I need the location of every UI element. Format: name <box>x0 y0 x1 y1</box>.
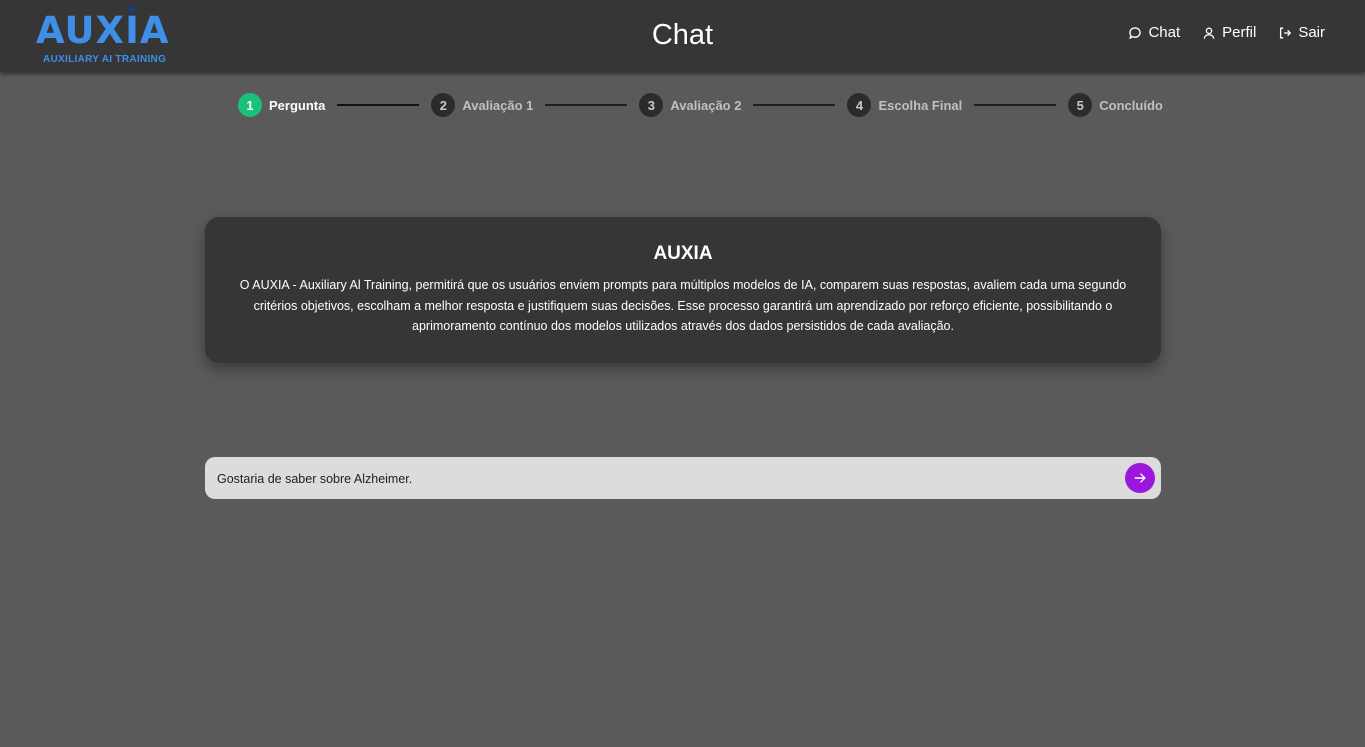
nav-chat-label: Chat <box>1148 24 1181 41</box>
step-connector <box>337 104 420 106</box>
step-pergunta[interactable]: 1 Pergunta <box>238 93 325 117</box>
nav-sair[interactable]: Sair <box>1278 24 1325 41</box>
chat-bubble-icon <box>1129 26 1142 39</box>
chat-input-bar <box>205 457 1161 501</box>
logout-icon <box>1280 27 1292 38</box>
progress-stepper: 1 Pergunta 2 Avaliação 1 3 Avaliação 2 4… <box>238 93 1163 117</box>
step-connector <box>753 104 836 106</box>
step-escolha-final[interactable]: 4 Escolha Final <box>847 93 962 117</box>
step-label: Concluído <box>1099 97 1163 113</box>
nav-chat[interactable]: Chat <box>1128 24 1180 41</box>
step-avaliacao-1[interactable]: 2 Avaliação 1 <box>431 93 533 117</box>
step-number: 3 <box>639 93 664 117</box>
logo-subtitle: AUXILIARY AI TRAINING <box>43 54 167 65</box>
step-connector <box>545 104 628 106</box>
arrow-right-icon <box>1134 473 1146 483</box>
step-concluido[interactable]: 5 Concluído <box>1068 93 1163 117</box>
user-icon <box>1203 27 1215 39</box>
step-number: 1 <box>238 93 262 117</box>
send-button[interactable] <box>1125 463 1155 493</box>
step-connector <box>974 104 1057 106</box>
step-label: Avaliação 1 <box>462 97 534 113</box>
step-number: 4 <box>847 93 872 117</box>
step-number: 2 <box>431 93 456 117</box>
info-card: AUXIA O AUXIA - Auxiliary Al Training, p… <box>205 217 1161 363</box>
nav-sair-label: Sair <box>1298 24 1325 41</box>
step-label: Escolha Final <box>878 97 963 113</box>
prompt-input[interactable] <box>215 457 1119 501</box>
top-nav: Chat Perfil Sair <box>1128 24 1325 41</box>
step-label: Avaliação 2 <box>670 97 742 113</box>
info-card-title: AUXIA <box>653 243 713 264</box>
step-avaliacao-2[interactable]: 3 Avaliação 2 <box>639 93 741 117</box>
step-label: Pergunta <box>269 97 326 113</box>
nav-perfil-label: Perfil <box>1222 24 1257 41</box>
nav-perfil[interactable]: Perfil <box>1202 24 1256 41</box>
step-number: 5 <box>1068 93 1093 117</box>
top-bar: AUXIA AUXILIARY AI TRAINING Chat Chat Pe… <box>0 0 1365 72</box>
info-card-text: O AUXIA - Auxiliary Al Training, permiti… <box>239 278 1127 333</box>
